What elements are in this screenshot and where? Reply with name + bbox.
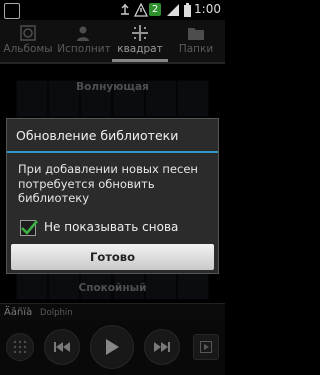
dont-show-again-label[interactable]: Не показывать снова	[44, 220, 178, 234]
dialog-message: При добавлении новых песен потребуется о…	[18, 162, 198, 205]
status-bar: 2 1:00	[0, 0, 225, 20]
gallery-notification-icon	[4, 3, 20, 19]
status-time: 1:00	[194, 2, 221, 16]
usb-icon	[121, 4, 129, 15]
notification-count-badge: 2	[149, 3, 161, 16]
warning-icon	[134, 3, 148, 17]
signal-icon	[167, 4, 179, 16]
dialog-title-divider	[7, 151, 218, 153]
done-button[interactable]: Готово	[11, 244, 214, 270]
checkmark-icon	[21, 220, 38, 235]
dialog-title: Обновление библиотеки	[16, 128, 179, 143]
battery-icon	[184, 3, 191, 17]
dont-show-again-checkbox[interactable]	[20, 220, 38, 236]
update-library-dialog: Обновление библиотеки При добавлении нов…	[6, 118, 219, 274]
